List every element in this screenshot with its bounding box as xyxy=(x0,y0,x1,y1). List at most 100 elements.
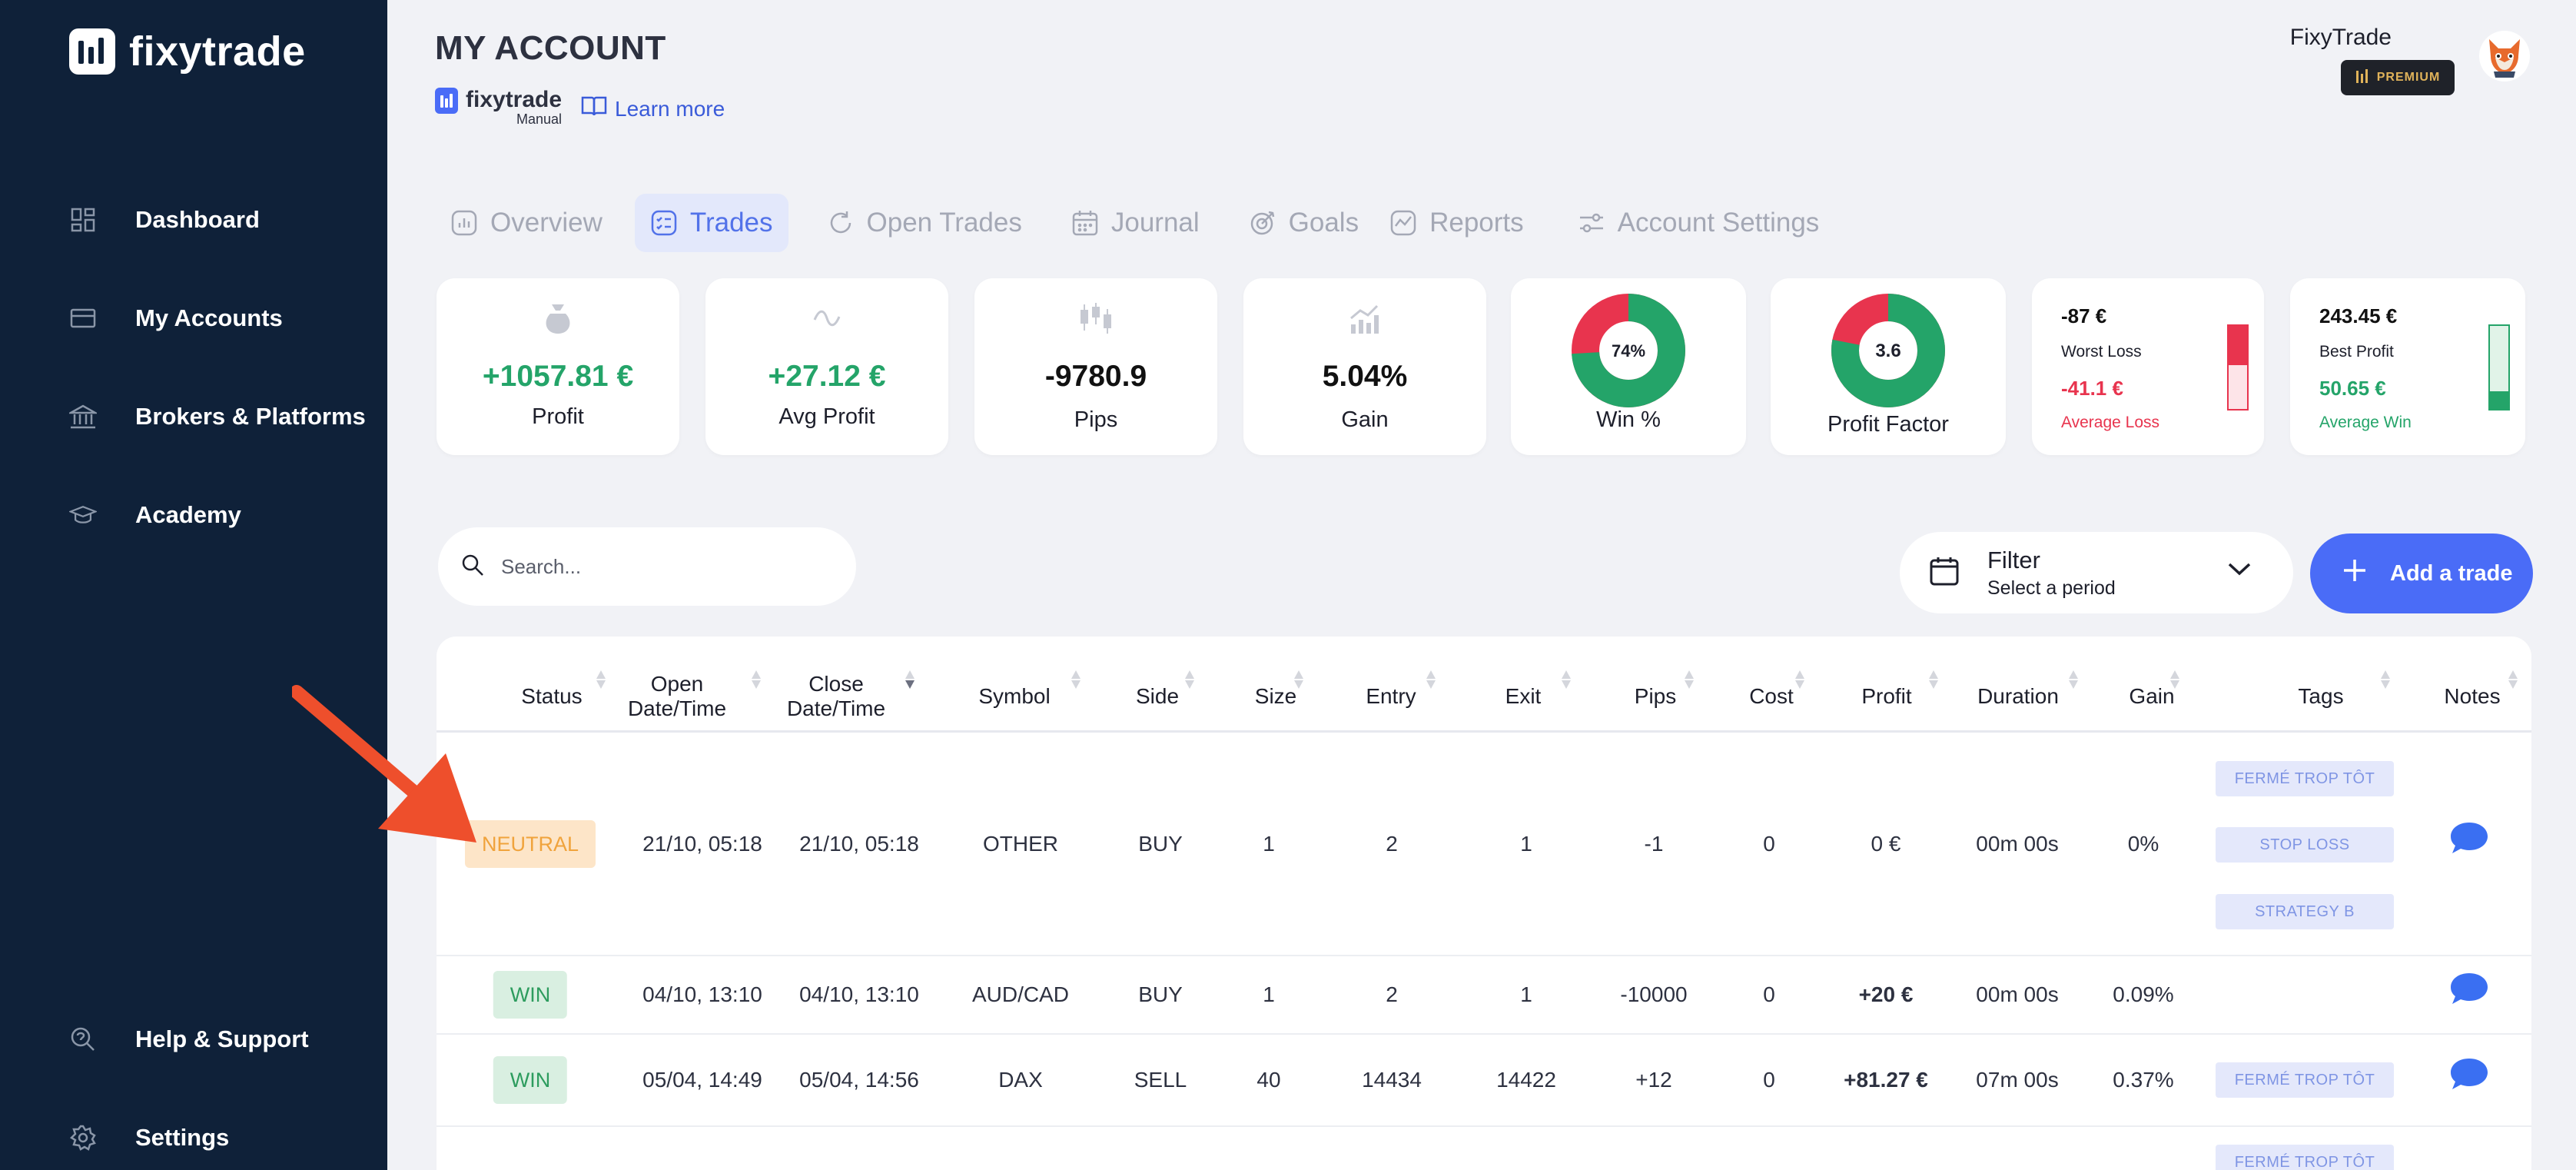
column-header-notes[interactable]: Notes xyxy=(2438,658,2507,735)
tag-chip[interactable]: FERMÉ TROP TÔT xyxy=(2216,1145,2394,1170)
sort-icon[interactable] xyxy=(1183,669,1196,690)
column-header-close-date[interactable]: Close Date/Time xyxy=(787,658,885,735)
avatar[interactable] xyxy=(2479,31,2530,81)
target-icon xyxy=(1250,211,1274,235)
sort-icon[interactable] xyxy=(904,669,916,690)
close-date-cell: 04/10, 13:10 xyxy=(799,982,919,1006)
calendar-icon xyxy=(1072,211,1098,236)
sidebar-item-label: My Accounts xyxy=(135,304,283,331)
trades-table: Status Open Date/Time Close Date/Time Sy… xyxy=(437,637,2531,1170)
chat-bubble-icon[interactable] xyxy=(2449,820,2489,856)
pips-cell: +12 xyxy=(1635,1068,1672,1092)
column-header-side[interactable]: Side xyxy=(1127,658,1188,735)
sidebar-item-academy[interactable]: Academy xyxy=(69,492,241,538)
add-trade-button[interactable]: Add a trade xyxy=(2310,533,2533,613)
stat-card-gain: 5.04% Gain xyxy=(1243,278,1486,455)
stat-card-best-profit: 243.45 € Best Profit 50.65 € Average Win xyxy=(2290,278,2525,455)
open-date-cell: 21/10, 05:18 xyxy=(642,832,762,856)
sort-icon[interactable] xyxy=(2169,669,2181,690)
tag-chip[interactable]: FERMÉ TROP TÔT xyxy=(2216,1062,2394,1098)
side-cell: SELL xyxy=(1134,1068,1187,1092)
symbol-cell: OTHER xyxy=(983,832,1058,856)
sort-icon[interactable] xyxy=(1683,669,1695,690)
gain-label: Gain xyxy=(1341,407,1389,432)
symbol-cell: AUD/CAD xyxy=(971,982,1070,1006)
sort-icon[interactable] xyxy=(1560,669,1572,690)
cost-cell: 0 xyxy=(1763,982,1775,1006)
sort-icon[interactable] xyxy=(1794,669,1806,690)
column-header-profit[interactable]: Profit xyxy=(1848,658,1925,735)
sidebar-item-dashboard[interactable]: Dashboard xyxy=(69,197,260,243)
brand-logo[interactable]: fixytrade xyxy=(69,28,306,75)
column-header-open-date[interactable]: Open Date/Time xyxy=(628,658,726,735)
tab-account-settings[interactable]: Account Settings xyxy=(1562,194,1835,252)
tab-overview[interactable]: Overview xyxy=(435,194,618,252)
profit-value: +1057.81 € xyxy=(482,360,634,393)
sort-icon[interactable] xyxy=(750,669,762,690)
tag-chip[interactable]: STOP LOSS xyxy=(2216,827,2394,863)
learn-more-link[interactable]: Learn more xyxy=(581,95,725,122)
page-title: MY ACCOUNT xyxy=(435,29,666,67)
profit-cell: +20 € xyxy=(1858,982,1914,1006)
gain-value: 5.04% xyxy=(1322,360,1408,393)
tab-open-trades[interactable]: Open Trades xyxy=(812,194,1037,252)
sort-icon[interactable] xyxy=(1293,669,1305,690)
stat-card-worst-loss: -87 € Worst Loss -41.1 € Average Loss xyxy=(2032,278,2264,455)
profit-factor-label: Profit Factor xyxy=(1827,412,1949,437)
sort-icon[interactable] xyxy=(1927,669,1940,690)
profit-factor-donut: 3.6 xyxy=(1831,294,1945,407)
sidebar-item-label: Academy xyxy=(135,501,241,528)
chat-bubble-icon[interactable] xyxy=(2449,971,2489,1006)
accounts-icon xyxy=(69,304,97,332)
sidebar-item-my-accounts[interactable]: My Accounts xyxy=(69,295,283,341)
sort-icon[interactable] xyxy=(1425,669,1437,690)
sidebar-item-help-support[interactable]: Help & Support xyxy=(69,1016,309,1062)
tab-trades[interactable]: Trades xyxy=(634,194,788,252)
pips-cell: -10000 xyxy=(1620,982,1688,1006)
side-cell: BUY xyxy=(1138,832,1183,856)
refresh-icon xyxy=(830,211,851,234)
column-header-pips[interactable]: Pips xyxy=(1625,658,1686,735)
tab-journal[interactable]: Journal xyxy=(1056,194,1215,252)
column-header-cost[interactable]: Cost xyxy=(1741,658,1802,735)
sort-icon[interactable] xyxy=(1070,669,1082,690)
cost-cell: 0 xyxy=(1763,1068,1775,1092)
sort-icon[interactable] xyxy=(2067,669,2080,690)
column-header-tags[interactable]: Tags xyxy=(2275,658,2367,735)
tab-reports[interactable]: Reports xyxy=(1374,194,1539,252)
win-bar xyxy=(2488,324,2510,410)
profit-label: Profit xyxy=(532,404,584,429)
sidebar-item-label: Help & Support xyxy=(135,1025,309,1052)
search-box[interactable] xyxy=(438,527,856,606)
exit-cell: 1 xyxy=(1520,982,1532,1006)
search-input[interactable] xyxy=(501,554,808,579)
column-header-symbol[interactable]: Symbol xyxy=(968,658,1061,735)
column-header-duration[interactable]: Duration xyxy=(1968,658,2068,735)
growth-chart-icon xyxy=(1348,301,1382,339)
win-pct-donut: 74% xyxy=(1572,294,1685,407)
fixytrade-logo-icon xyxy=(435,88,458,114)
sub-brand-mode: Manual xyxy=(516,111,563,127)
tab-goals[interactable]: Goals xyxy=(1233,194,1374,252)
column-header-entry[interactable]: Entry xyxy=(1353,658,1429,735)
column-header-status[interactable]: Status xyxy=(492,658,612,735)
sidebar: fixytrade Dashboard My Accounts Brokers … xyxy=(0,0,387,1170)
sort-icon[interactable] xyxy=(2507,669,2519,690)
sort-icon[interactable] xyxy=(595,669,607,690)
cost-cell: 0 xyxy=(1763,832,1775,856)
user-name: FixyTrade xyxy=(2289,25,2392,50)
open-date-cell: 05/04, 14:49 xyxy=(642,1068,762,1092)
sidebar-item-brokers-platforms[interactable]: Brokers & Platforms xyxy=(69,394,366,440)
sort-icon[interactable] xyxy=(2379,669,2392,690)
support-icon xyxy=(69,1025,97,1053)
column-header-exit[interactable]: Exit xyxy=(1492,658,1554,735)
loss-bar xyxy=(2227,324,2249,410)
status-badge: NEUTRAL xyxy=(464,820,596,868)
tag-chip[interactable]: FERMÉ TROP TÔT xyxy=(2216,761,2394,796)
tag-chip[interactable]: STRATEGY B xyxy=(2216,894,2394,929)
chat-bubble-icon[interactable] xyxy=(2449,1056,2489,1092)
tab-bar: Overview Trades Open Trades Journal Goal… xyxy=(435,194,1834,252)
brand-name: fixytrade xyxy=(129,28,306,75)
sidebar-item-settings[interactable]: Settings xyxy=(69,1115,229,1161)
period-filter[interactable]: Filter Select a period xyxy=(1900,532,2293,613)
